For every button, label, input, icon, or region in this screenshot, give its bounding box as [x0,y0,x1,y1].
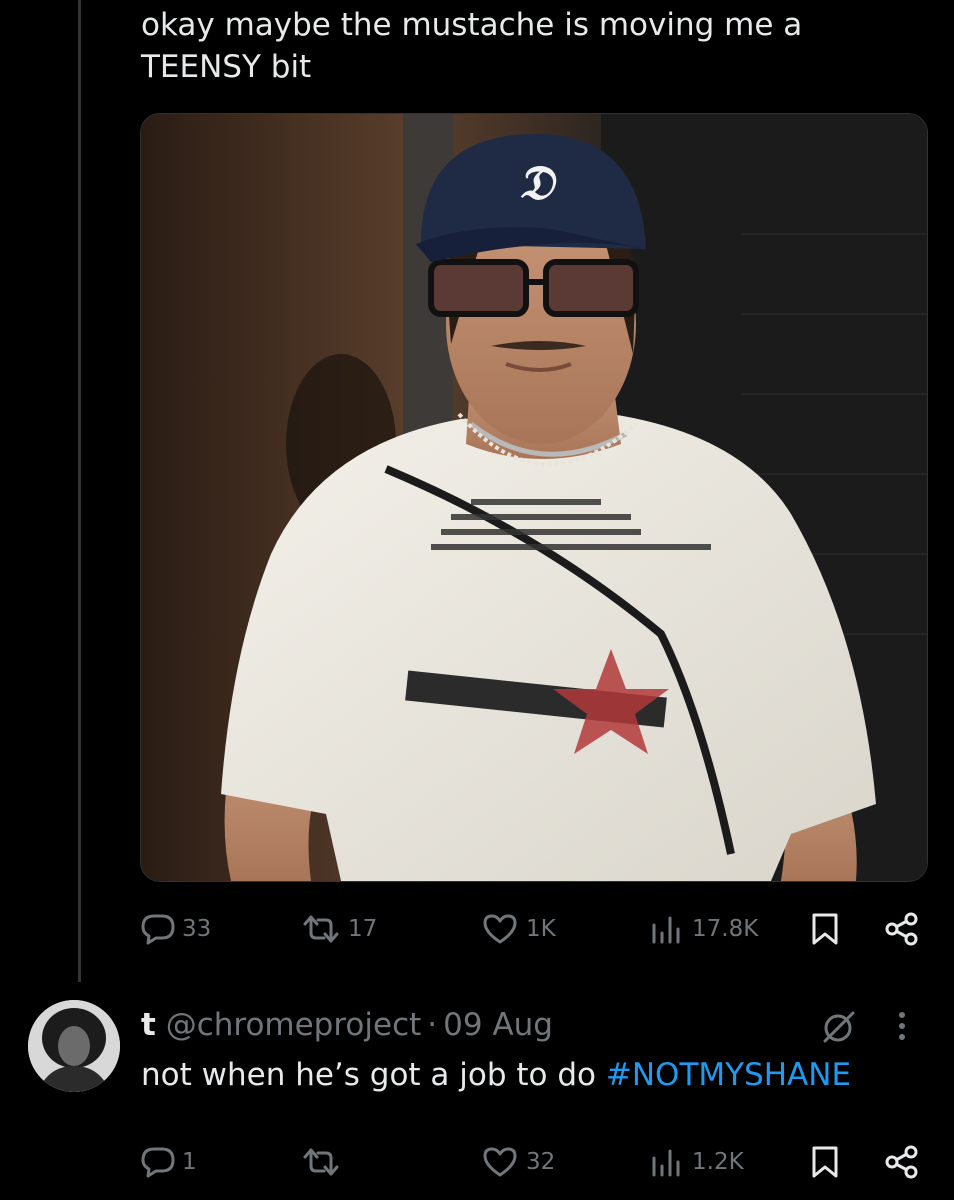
speech-bubble-icon [141,1147,175,1178]
reply-like-count: 32 [526,1149,556,1175]
speech-bubble-icon [141,914,175,945]
reply-reply-button[interactable]: 1 [140,1142,197,1182]
views-button[interactable]: 17.8K [650,909,758,949]
reply-views-button[interactable]: 1.2K [650,1142,744,1182]
share-icon [885,1145,918,1179]
reply-repost-button[interactable] [302,1142,348,1182]
reply-author-name[interactable]: t [141,1007,156,1043]
reply-views-count: 1.2K [692,1149,744,1175]
reply-author-handle[interactable]: @chromeproject [166,1007,422,1043]
reply-bookmark-button[interactable] [810,1142,840,1182]
reply-body-text: not when he’s got a job to do [141,1057,597,1093]
repost-arrows-icon [303,915,339,943]
thread-connector-line [78,0,81,982]
share-button[interactable] [884,909,920,949]
tweet-text: okay maybe the mustache is moving me a T… [141,4,901,88]
cap-logo-letter: 𝔇 [518,155,557,211]
avatar-photo [28,1000,120,1092]
bar-chart-icon [652,916,680,944]
vertical-dots-icon[interactable] [895,1010,909,1044]
slash-circle-icon[interactable] [821,1009,857,1045]
photo-illustration: 𝔇 [141,114,927,881]
reply-separator: · [427,1007,438,1043]
avatar[interactable] [28,1000,120,1092]
tweet-photo[interactable]: 𝔇 [140,113,928,882]
bookmark-button[interactable] [810,909,840,949]
heart-icon [483,1147,517,1177]
reply-button[interactable]: 33 [140,909,211,949]
like-count: 1K [526,916,556,942]
bookmark-icon [812,913,838,945]
repost-count: 17 [348,916,378,942]
reply-like-button[interactable]: 32 [482,1142,555,1182]
repost-button[interactable]: 17 [302,909,377,949]
tweet-text-line-2: TEENSY bit [141,49,312,85]
reply-text: not when he’s got a job to do #NOTMYSHAN… [141,1053,851,1097]
reply-reply-count: 1 [182,1149,197,1175]
heart-icon [483,914,517,944]
repost-arrows-icon [303,1148,339,1176]
reply-hashtag-link[interactable]: #NOTMYSHANE [606,1057,851,1093]
reply-action-bar: 1 32 1.2K [140,1142,926,1182]
bookmark-icon [812,1146,838,1178]
tweet-text-line-1: okay maybe the mustache is moving me a [141,7,803,43]
reply-header: t @chromeproject · 09 Aug [141,1004,553,1046]
share-icon [885,912,918,946]
reply-share-button[interactable] [884,1142,920,1182]
reply-count: 33 [182,916,212,942]
like-button[interactable]: 1K [482,909,556,949]
reply-date[interactable]: 09 Aug [443,1007,553,1043]
tweet-action-bar: 33 17 1K 17.8K [140,909,926,949]
bar-chart-icon [652,1149,680,1177]
views-count: 17.8K [692,916,759,942]
